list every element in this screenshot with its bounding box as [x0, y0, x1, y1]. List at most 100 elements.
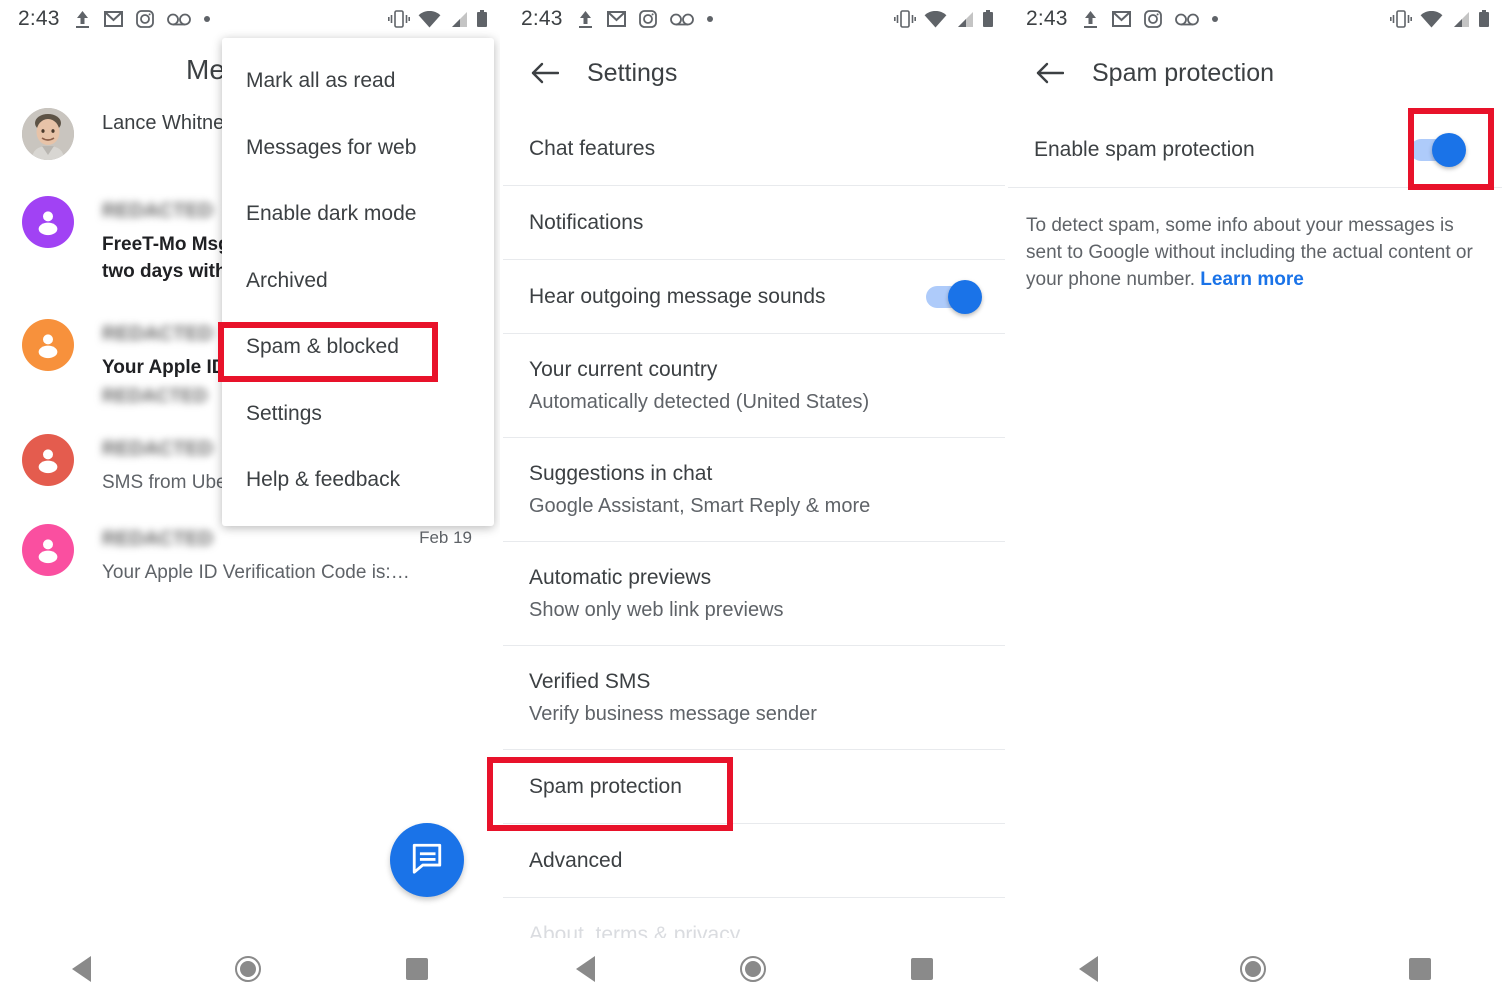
settings-rows: Chat features Notifications Hear outgoin… — [503, 112, 1006, 972]
conversation-name: REDACTED — [102, 438, 214, 460]
signal-icon — [449, 11, 468, 28]
avatar — [22, 434, 74, 486]
row-title: Hear outgoing message sounds — [529, 284, 826, 308]
status-left-icons — [577, 10, 713, 29]
status-time: 2:43 — [521, 7, 563, 30]
home-circle-icon[interactable] — [739, 956, 766, 982]
instagram-icon — [135, 10, 154, 28]
voicemail-icon — [1174, 13, 1199, 26]
row-title: Spam protection — [529, 774, 682, 798]
recents-square-icon[interactable] — [911, 958, 934, 980]
panel-messages-list: 2:43 Me Lance Whitney REDACTED FreeT-Mo … — [0, 0, 500, 1000]
gmail-icon — [606, 11, 626, 27]
recents-square-icon[interactable] — [1408, 958, 1431, 980]
row-title: Advanced — [529, 848, 623, 872]
conversation-name: REDACTED — [102, 528, 214, 550]
enable-spam-protection-toggle[interactable] — [1410, 132, 1466, 167]
signal-icon — [955, 11, 974, 28]
menu-item-archived[interactable]: Archived — [222, 248, 494, 315]
menu-item-help-and-feedback[interactable]: Help & feedback — [222, 447, 494, 514]
gmail-icon — [1111, 11, 1131, 27]
panel-divider — [500, 0, 503, 1000]
wifi-icon — [924, 10, 947, 28]
compose-message-fab[interactable] — [390, 823, 464, 897]
spam-protection-description: To detect spam, some info about your mes… — [1026, 212, 1486, 293]
row-title: Suggestions in chat — [529, 461, 713, 485]
settings-row-suggestions-in-chat[interactable]: Suggestions in chat Google Assistant, Sm… — [503, 438, 1006, 542]
row-title: Your current country — [529, 357, 718, 381]
vibrate-icon — [388, 10, 410, 28]
settings-row-notifications[interactable]: Notifications — [503, 186, 1006, 260]
conversation-snippet-extra: REDACTED — [102, 386, 208, 407]
back-arrow-icon[interactable] — [531, 59, 559, 87]
upload-icon — [1082, 10, 1099, 29]
menu-item-messages-for-web[interactable]: Messages for web — [222, 115, 494, 182]
back-triangle-icon[interactable] — [72, 956, 92, 982]
avatar — [22, 108, 74, 160]
voicemail-icon — [166, 13, 191, 26]
gmail-icon — [103, 11, 123, 27]
conversation-date: Feb 19 — [419, 528, 472, 547]
toggle-thumb — [948, 279, 982, 314]
menu-item-spam-and-blocked[interactable]: Spam & blocked — [222, 314, 494, 381]
recents-square-icon[interactable] — [405, 958, 428, 980]
list-item[interactable]: REDACTED Your Apple ID Verification Code… — [0, 524, 500, 586]
status-right-icons — [1390, 10, 1490, 28]
settings-row-your-current-country[interactable]: Your current country Automatically detec… — [503, 334, 1006, 438]
settings-row-verified-sms[interactable]: Verified SMS Verify business message sen… — [503, 646, 1006, 750]
spam-protection-app-bar: Spam protection — [1008, 38, 1502, 108]
vibrate-icon — [894, 10, 916, 28]
menu-item-enable-dark-mode[interactable]: Enable dark mode — [222, 181, 494, 248]
vibrate-icon — [1390, 10, 1412, 28]
settings-row-advanced[interactable]: Advanced — [503, 824, 1006, 898]
home-circle-icon[interactable] — [235, 956, 262, 982]
avatar — [22, 196, 74, 248]
back-arrow-icon[interactable] — [1036, 59, 1064, 87]
row-subtitle: Google Assistant, Smart Reply & more — [529, 494, 871, 517]
row-title: Verified SMS — [529, 669, 651, 693]
status-time: 2:43 — [1026, 7, 1068, 30]
conversation-name: REDACTED — [102, 323, 214, 345]
status-left-icons — [74, 10, 210, 29]
phone-screenshot-composite: 2:43 Me Lance Whitney REDACTED FreeT-Mo … — [0, 0, 1502, 1000]
settings-row-enable-spam-protection[interactable]: Enable spam protection — [1008, 112, 1502, 188]
status-bar-left: 2:43 — [0, 0, 500, 38]
instagram-icon — [638, 10, 657, 28]
dot-icon — [1211, 16, 1218, 22]
android-nav-bar — [0, 938, 500, 1000]
status-right-icons — [388, 10, 488, 28]
status-right-icons — [894, 10, 994, 28]
dot-icon — [203, 16, 210, 22]
back-triangle-icon[interactable] — [1079, 956, 1099, 982]
overflow-menu: Mark all as read Messages for web Enable… — [222, 38, 494, 526]
settings-row-spam-protection[interactable]: Spam protection — [503, 750, 1006, 824]
wifi-icon — [418, 10, 441, 28]
back-triangle-icon[interactable] — [575, 956, 595, 982]
avatar — [22, 524, 74, 576]
status-bar-mid: 2:43 — [503, 0, 1006, 38]
row-title: Automatic previews — [529, 565, 712, 589]
toggle-thumb — [1432, 132, 1466, 167]
wifi-icon — [1420, 10, 1443, 28]
signal-icon — [1451, 11, 1470, 28]
row-subtitle: Automatically detected (United States) — [529, 390, 870, 413]
menu-item-mark-all-as-read[interactable]: Mark all as read — [222, 48, 494, 115]
dot-icon — [706, 16, 713, 22]
row-title: Enable spam protection — [1034, 137, 1255, 161]
learn-more-link[interactable]: Learn more — [1200, 269, 1303, 290]
android-nav-bar — [503, 938, 1006, 1000]
battery-icon — [476, 10, 488, 28]
settings-row-chat-features[interactable]: Chat features — [503, 112, 1006, 186]
avatar — [22, 319, 74, 371]
page-title: Spam protection — [1092, 58, 1275, 87]
hear-outgoing-sounds-toggle[interactable] — [926, 279, 982, 314]
settings-row-automatic-previews[interactable]: Automatic previews Show only web link pr… — [503, 542, 1006, 646]
upload-icon — [74, 10, 91, 29]
status-bar-right: 2:43 — [1008, 0, 1502, 38]
row-subtitle: Show only web link previews — [529, 598, 784, 621]
settings-row-hear-outgoing-message-sounds[interactable]: Hear outgoing message sounds — [503, 260, 1006, 334]
status-left-icons — [1082, 10, 1218, 29]
home-circle-icon[interactable] — [1240, 956, 1267, 982]
menu-item-settings[interactable]: Settings — [222, 381, 494, 448]
battery-icon — [1478, 10, 1490, 28]
